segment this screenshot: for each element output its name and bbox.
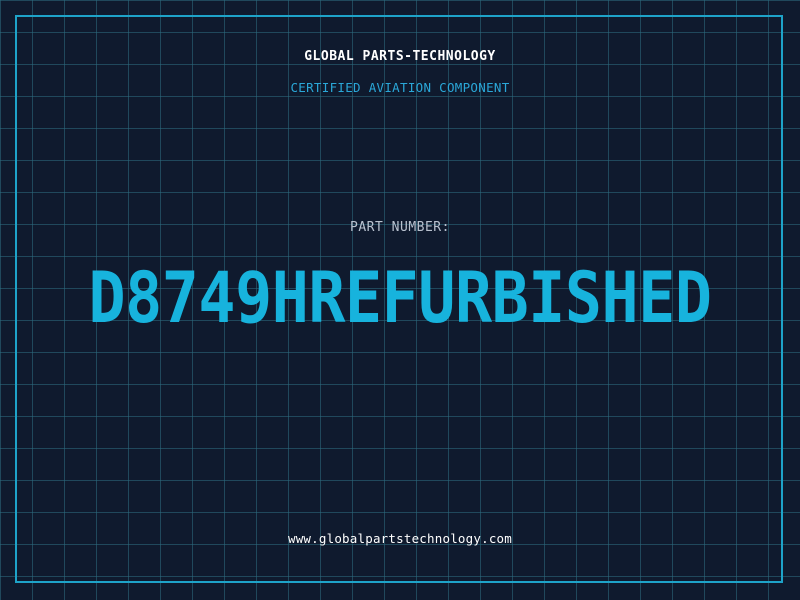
website-url: www.globalpartstechnology.com [287, 531, 513, 546]
company-name: GLOBAL PARTS-TECHNOLOGY [304, 49, 496, 64]
certification-subtitle: CERTIFIED AVIATION COMPONENT [290, 80, 510, 95]
part-number-label: PART NUMBER: [350, 220, 450, 235]
part-number-value: D8749HREFURBISHED [88, 257, 712, 339]
certificate-card: GLOBAL PARTS-TECHNOLOGY CERTIFIED AVIATI… [0, 0, 800, 600]
